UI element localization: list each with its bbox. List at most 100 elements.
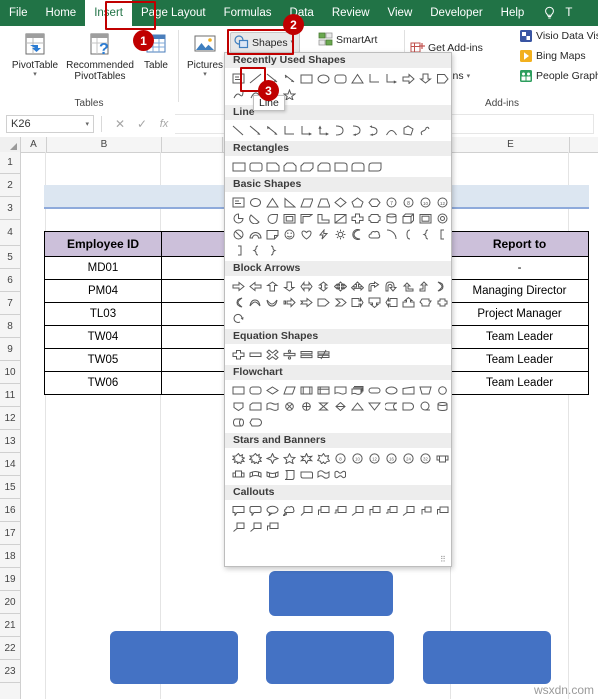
column-header-f[interactable] bbox=[570, 137, 598, 152]
elbow-connector-icon[interactable] bbox=[366, 70, 383, 86]
flowchart-multidocument-icon[interactable] bbox=[349, 382, 366, 398]
line-callout-2-icon[interactable] bbox=[315, 502, 332, 518]
plus-sign-icon[interactable] bbox=[230, 346, 247, 362]
row-header-4[interactable]: 4 bbox=[0, 220, 20, 246]
half-frame-icon[interactable] bbox=[298, 210, 315, 226]
round-diagonal-corner-icon[interactable] bbox=[366, 158, 383, 174]
row-header-22[interactable]: 22 bbox=[0, 637, 20, 660]
curved-down-ribbon-icon[interactable] bbox=[264, 466, 281, 482]
arc-shape-icon[interactable] bbox=[383, 226, 400, 242]
chevron-down-icon[interactable]: ▾ bbox=[467, 73, 471, 80]
down-arrow-callout-icon[interactable] bbox=[366, 294, 383, 310]
snip-same-side-corner-icon[interactable] bbox=[281, 158, 298, 174]
trapezoid-icon[interactable] bbox=[315, 194, 332, 210]
flowchart-summing-junction-icon[interactable] bbox=[281, 398, 298, 414]
star-12-point-icon[interactable]: 12 bbox=[366, 450, 383, 466]
org-chart-shape-left[interactable] bbox=[110, 631, 238, 684]
left-brace-icon[interactable] bbox=[417, 226, 434, 242]
tab-home[interactable]: Home bbox=[37, 0, 86, 26]
double-wave-icon[interactable] bbox=[332, 466, 349, 482]
tab-help[interactable]: Help bbox=[492, 0, 534, 26]
flowchart-alternate-process-icon[interactable] bbox=[247, 382, 264, 398]
callout-accent-bar-1-icon[interactable] bbox=[434, 502, 451, 518]
quad-arrow-callout-icon[interactable] bbox=[434, 294, 451, 310]
star-32-point-icon[interactable]: 32 bbox=[417, 450, 434, 466]
flowchart-manual-input-icon[interactable] bbox=[400, 382, 417, 398]
pie-icon[interactable] bbox=[230, 210, 247, 226]
elbow-double-arrow-connector-icon[interactable] bbox=[315, 122, 332, 138]
oval-callout-icon[interactable] bbox=[264, 502, 281, 518]
row-header-3[interactable]: 3 bbox=[0, 197, 20, 220]
curved-double-arrow-connector-icon[interactable] bbox=[366, 122, 383, 138]
line-callout-3-icon[interactable] bbox=[332, 502, 349, 518]
callout-no-border-icon[interactable] bbox=[264, 518, 281, 534]
tab-file[interactable]: File bbox=[0, 0, 37, 26]
smiley-face-icon[interactable] bbox=[281, 226, 298, 242]
row-header-11[interactable]: 11 bbox=[0, 384, 20, 407]
row-header-13[interactable]: 13 bbox=[0, 430, 20, 453]
multiply-sign-icon[interactable] bbox=[264, 346, 281, 362]
line-icon[interactable] bbox=[230, 122, 247, 138]
row-header-2[interactable]: 2 bbox=[0, 174, 20, 197]
line-callout-1-accent-icon[interactable] bbox=[400, 502, 417, 518]
down-arrow-icon[interactable] bbox=[281, 278, 298, 294]
recommended-pivottables-button[interactable]: ? Recommended PivotTables bbox=[62, 29, 138, 82]
oval-icon[interactable] bbox=[315, 70, 332, 86]
pictures-button[interactable]: Pictures ▾ bbox=[182, 29, 228, 78]
up-arrow-callout-icon[interactable] bbox=[400, 294, 417, 310]
row-header-9[interactable]: 9 bbox=[0, 338, 20, 361]
row-header-19[interactable]: 19 bbox=[0, 568, 20, 591]
pentagon-arrow-icon[interactable] bbox=[315, 294, 332, 310]
line-arrow-icon[interactable] bbox=[247, 122, 264, 138]
table-row[interactable]: Project Manager bbox=[450, 302, 589, 326]
star-4-point-icon[interactable] bbox=[264, 450, 281, 466]
rectangle-icon[interactable] bbox=[230, 158, 247, 174]
flowchart-or-icon[interactable] bbox=[298, 398, 315, 414]
flowchart-preparation-icon[interactable] bbox=[383, 382, 400, 398]
elbow-arrow-connector-icon[interactable] bbox=[298, 122, 315, 138]
can-icon[interactable] bbox=[383, 210, 400, 226]
scribble-icon[interactable] bbox=[417, 122, 434, 138]
bevel-icon[interactable] bbox=[417, 210, 434, 226]
lightbulb-icon[interactable] bbox=[543, 6, 556, 20]
circular-arrow-icon[interactable] bbox=[230, 310, 247, 326]
quad-arrow-icon[interactable] bbox=[332, 278, 349, 294]
table-row[interactable]: Team Leader bbox=[450, 325, 589, 349]
bent-arrow-icon[interactable] bbox=[366, 278, 383, 294]
line-callout-1-icon[interactable] bbox=[298, 502, 315, 518]
callout-accent-bar-2-icon[interactable] bbox=[230, 518, 247, 534]
star-7-point-icon[interactable] bbox=[315, 450, 332, 466]
row-header-7[interactable]: 7 bbox=[0, 292, 20, 315]
flowchart-off-page-connector-icon[interactable] bbox=[230, 398, 247, 414]
table-row[interactable]: Managing Director bbox=[450, 279, 589, 303]
tab-review[interactable]: Review bbox=[323, 0, 379, 26]
flowchart-extract-icon[interactable] bbox=[349, 398, 366, 414]
flowchart-delay-icon[interactable] bbox=[400, 398, 417, 414]
right-arrow-icon[interactable] bbox=[230, 278, 247, 294]
triangle-icon[interactable] bbox=[349, 70, 366, 86]
left-right-arrow-icon[interactable] bbox=[298, 278, 315, 294]
curved-up-ribbon-icon[interactable] bbox=[247, 466, 264, 482]
flowchart-stored-data-icon[interactable] bbox=[383, 398, 400, 414]
column-header-a[interactable]: A bbox=[21, 137, 47, 152]
tab-developer[interactable]: Developer bbox=[421, 0, 491, 26]
u-turn-arrow-icon[interactable] bbox=[383, 278, 400, 294]
row-header-10[interactable]: 10 bbox=[0, 361, 20, 384]
flowchart-direct-access-storage-icon[interactable] bbox=[230, 414, 247, 430]
chevron-down-icon[interactable]: ▾ bbox=[2, 71, 68, 78]
flowchart-display-icon[interactable] bbox=[247, 414, 264, 430]
enter-icon[interactable]: ✓ bbox=[131, 117, 153, 131]
row-header-23[interactable]: 23 bbox=[0, 660, 20, 683]
double-brace-open-icon[interactable] bbox=[247, 242, 264, 258]
star-16-point-icon[interactable]: 16 bbox=[383, 450, 400, 466]
column-header-e[interactable]: E bbox=[452, 137, 570, 152]
dodecagon-icon[interactable]: 12 bbox=[434, 194, 451, 210]
chevron-icon[interactable] bbox=[332, 294, 349, 310]
up-down-arrow-icon[interactable] bbox=[315, 278, 332, 294]
flowchart-data-icon[interactable] bbox=[281, 382, 298, 398]
smartart-button[interactable]: SmartArt bbox=[318, 32, 377, 47]
right-arrow-icon[interactable] bbox=[400, 70, 417, 86]
table-row[interactable]: PM04 bbox=[44, 279, 162, 303]
heptagon-icon[interactable]: 7 bbox=[383, 194, 400, 210]
flowchart-sequential-access-icon[interactable] bbox=[417, 398, 434, 414]
